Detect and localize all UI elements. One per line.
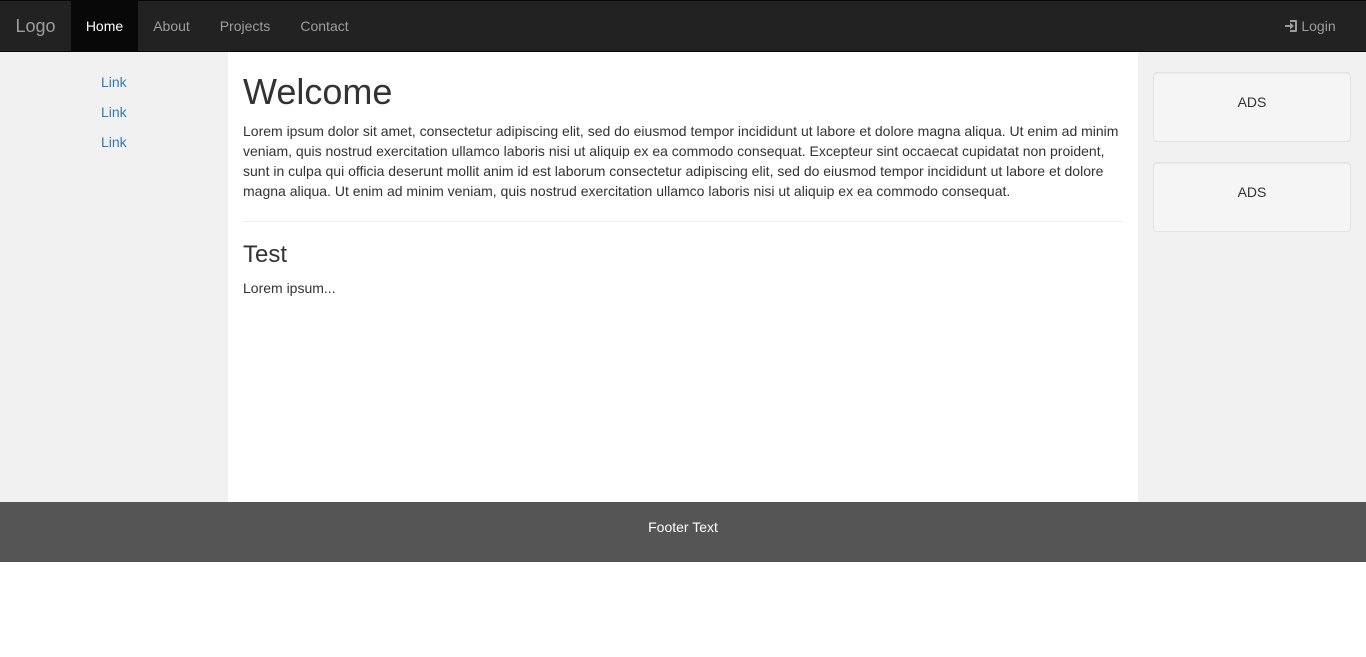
page-title: Welcome (243, 71, 393, 112)
sidenav-link[interactable]: Link (101, 72, 127, 92)
nav-item-projects[interactable]: Projects (205, 1, 285, 52)
left-sidenav: Link Link Link (0, 52, 228, 502)
sidenav-link[interactable]: Link (101, 102, 127, 122)
section-title: Test (243, 241, 288, 268)
brand-logo[interactable]: Logo (0, 1, 71, 52)
section-paragraph: Lorem ipsum... (243, 280, 336, 296)
footer-text: Footer Text (648, 519, 718, 535)
sidenav-link[interactable]: Link (101, 132, 127, 152)
login-button[interactable]: Login (1270, 1, 1350, 52)
nav-item-home[interactable]: Home (71, 1, 138, 52)
divider (243, 221, 1123, 222)
intro-paragraph: Lorem ipsum dolor sit amet, consectetur … (243, 123, 1119, 199)
nav-item-contact[interactable]: Contact (285, 1, 364, 52)
top-navbar: Logo Home About Projects Contact Login (0, 0, 1366, 52)
footer: Footer Text (0, 502, 1366, 562)
ad-box: ADS (1153, 162, 1351, 232)
login-label: Login (1301, 18, 1336, 34)
nav-item-about[interactable]: About (138, 1, 205, 52)
right-sidenav: ADS ADS (1138, 52, 1366, 502)
main-content: Welcome Lorem ipsum dolor sit amet, cons… (228, 52, 1138, 502)
log-in-icon (1284, 18, 1301, 34)
ad-box: ADS (1153, 72, 1351, 142)
